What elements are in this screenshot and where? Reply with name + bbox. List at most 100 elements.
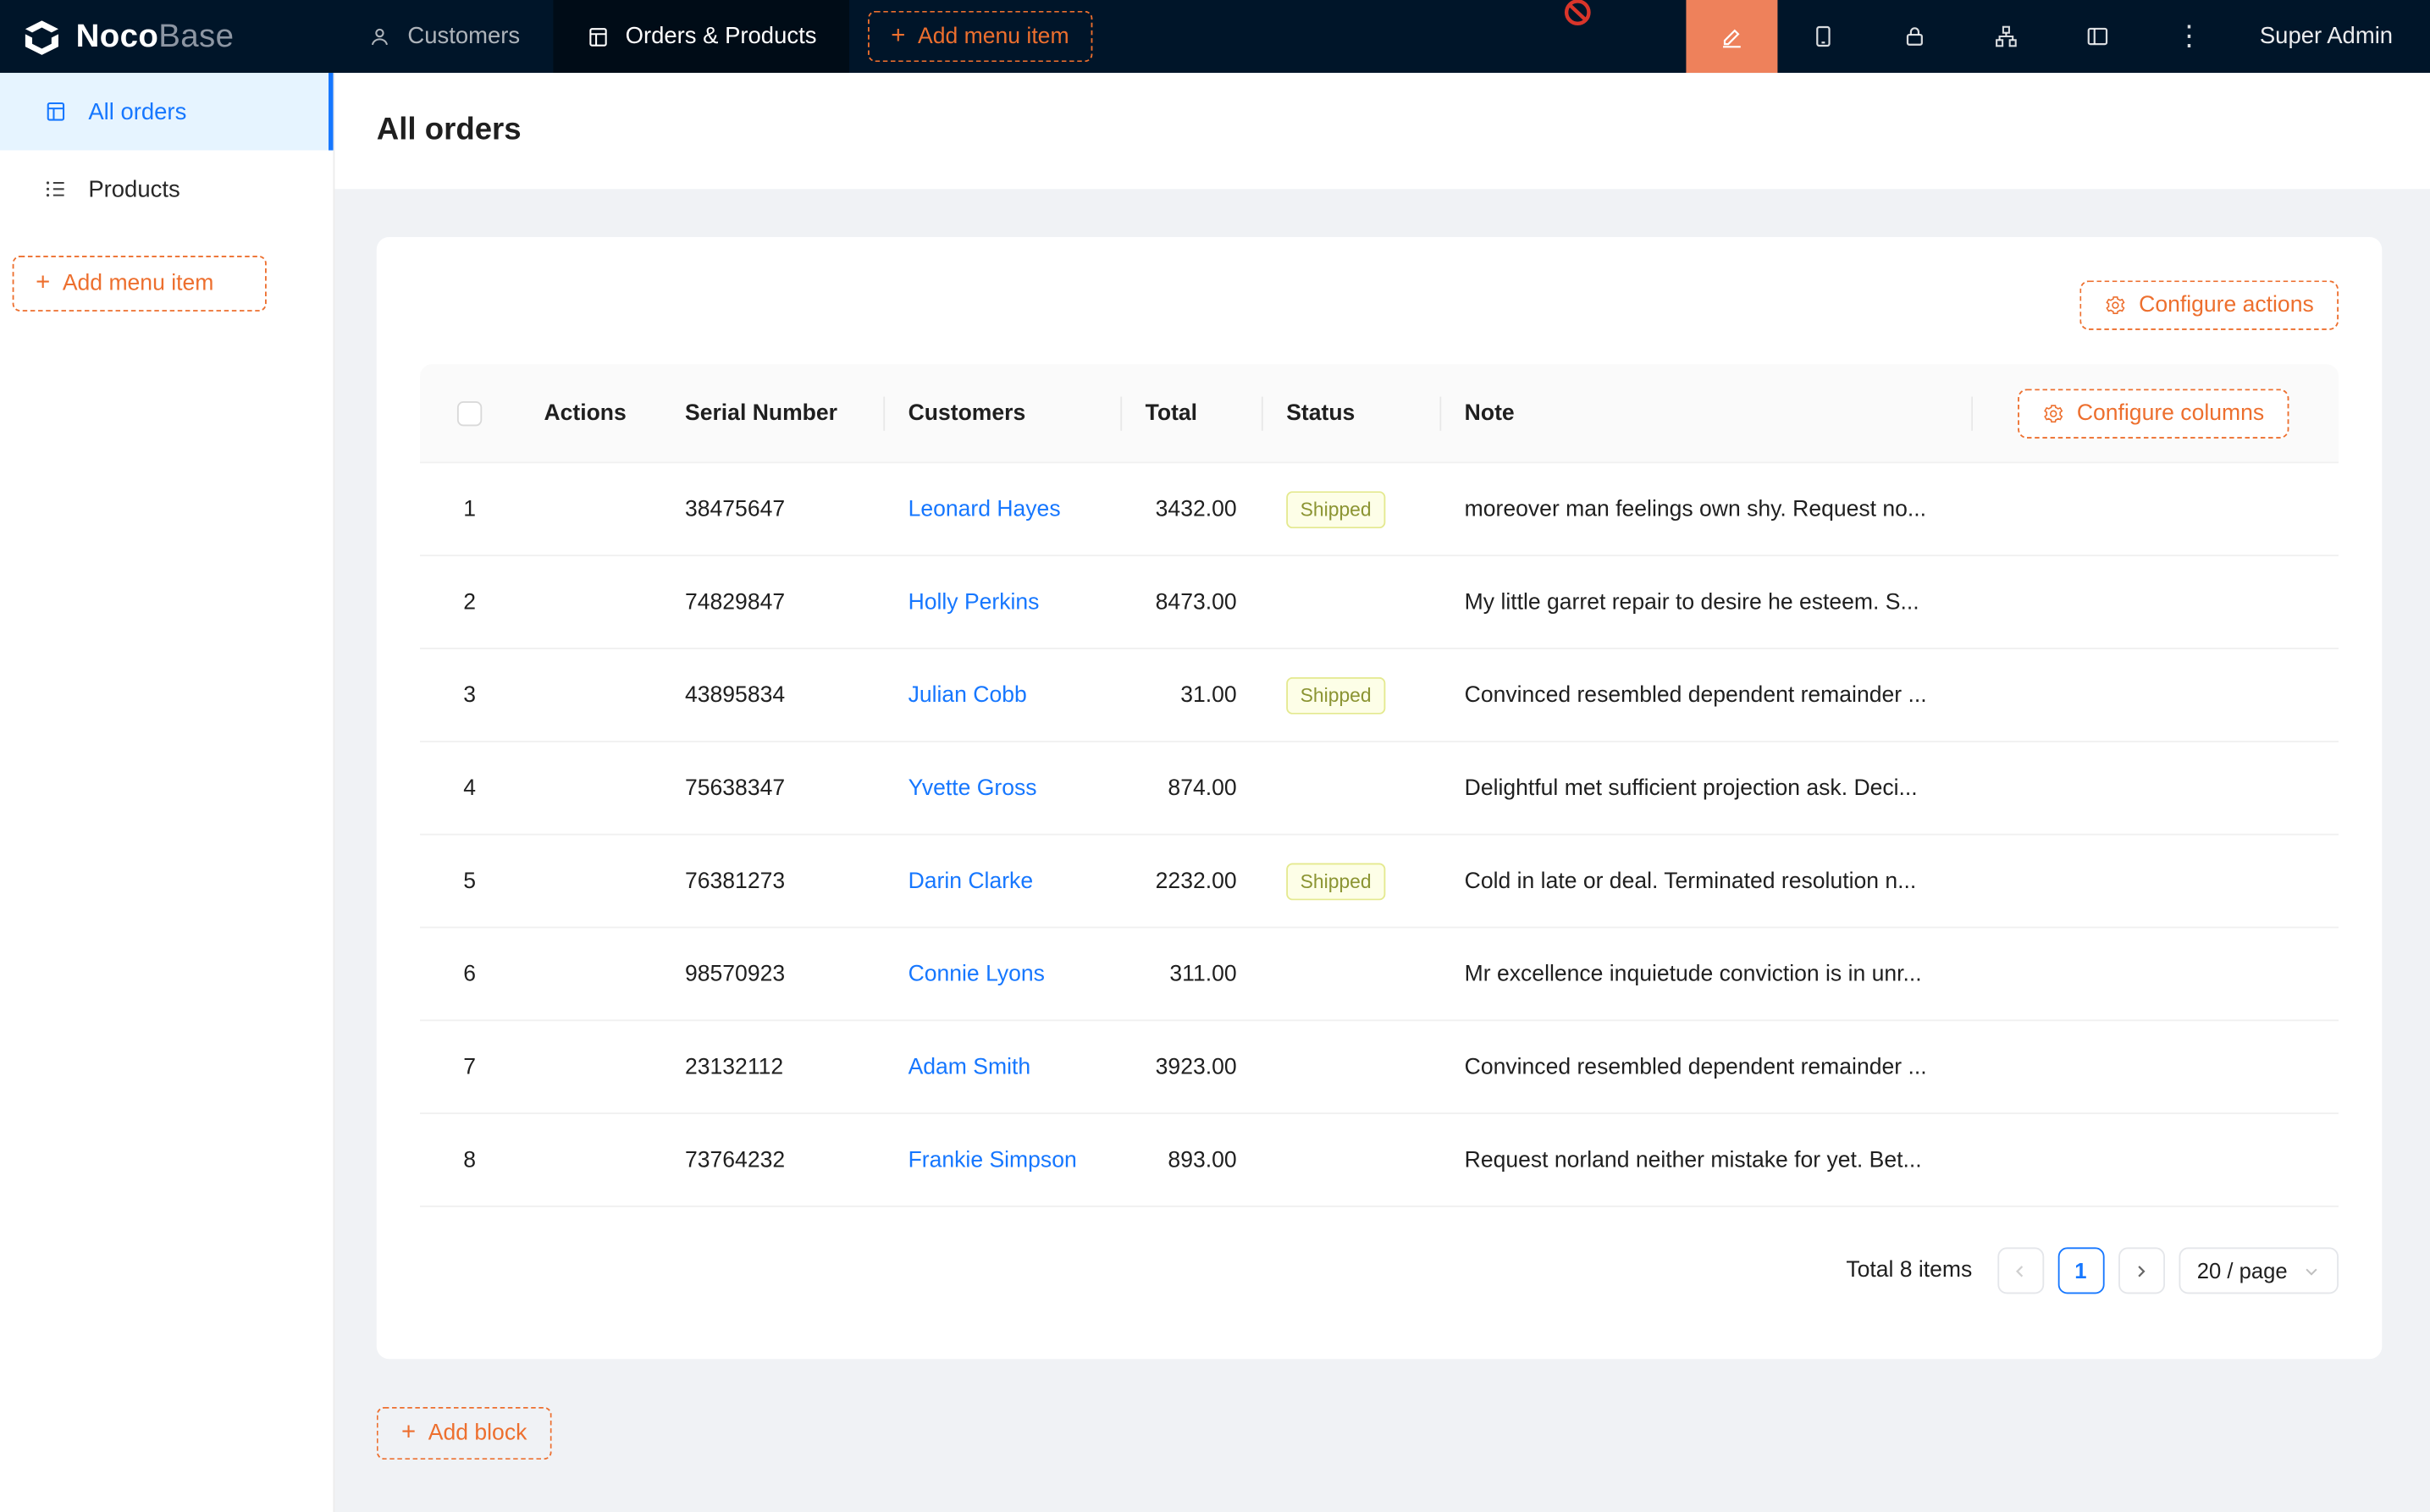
configure-actions-button[interactable]: Configure actions xyxy=(2080,280,2339,330)
row-index: 2 xyxy=(420,589,519,614)
row-total: 3923.00 xyxy=(1120,1055,1262,1079)
select-all-checkbox[interactable] xyxy=(457,400,482,425)
table-row: 6 98570923 Connie Lyons 311.00 Mr excell… xyxy=(420,928,2339,1021)
add-menu-item-button-header[interactable]: + Add menu item xyxy=(868,11,1092,62)
row-status-cell: Shipped xyxy=(1262,676,1439,714)
row-index: 4 xyxy=(420,775,519,800)
chevron-right-icon xyxy=(2133,1262,2150,1279)
pagination-prev-button[interactable] xyxy=(1997,1247,2044,1294)
row-serial-number: 98570923 xyxy=(660,962,884,986)
row-serial-number: 74829847 xyxy=(660,589,884,614)
row-note: My little garret repair to desire he est… xyxy=(1439,589,1971,614)
sidebar-item-all-orders[interactable]: All orders xyxy=(0,73,334,151)
customer-link[interactable]: Holly Perkins xyxy=(908,589,1040,614)
nav-label: Orders & Products xyxy=(626,23,817,49)
customer-link[interactable]: Adam Smith xyxy=(908,1055,1031,1079)
table-toolbar: Configure actions xyxy=(420,280,2339,330)
column-header-actions: Actions xyxy=(519,364,660,461)
row-customer-cell: Leonard Hayes xyxy=(883,497,1120,521)
row-total: 8473.00 xyxy=(1120,589,1262,614)
blocked-cursor-icon xyxy=(1564,0,1592,34)
column-header-note: Note xyxy=(1439,364,1971,461)
api-button[interactable] xyxy=(1961,0,2052,73)
chevron-down-icon xyxy=(2303,1262,2320,1279)
pagination-next-button[interactable] xyxy=(2118,1247,2164,1294)
row-status-cell: Shipped xyxy=(1262,490,1439,527)
plus-icon: + xyxy=(401,1421,416,1445)
row-total: 31.00 xyxy=(1120,682,1262,707)
mobile-button[interactable] xyxy=(1778,0,1869,73)
lock-icon xyxy=(1902,23,1928,49)
row-customer-cell: Yvette Gross xyxy=(883,775,1120,800)
add-block-button[interactable]: + Add block xyxy=(377,1407,552,1460)
ui-editor-button[interactable] xyxy=(1687,0,1778,73)
row-total: 893.00 xyxy=(1120,1147,1262,1172)
customer-link[interactable]: Leonard Hayes xyxy=(908,497,1061,521)
row-note: Convinced resembled dependent remainder … xyxy=(1439,1055,1971,1079)
row-customer-cell: Frankie Simpson xyxy=(883,1147,1120,1172)
column-header-serial: Serial Number xyxy=(660,364,884,461)
row-customer-cell: Holly Perkins xyxy=(883,589,1120,614)
row-note: moreover man feelings own shy. Request n… xyxy=(1439,497,1971,521)
row-customer-cell: Connie Lyons xyxy=(883,962,1120,986)
row-note: Delightful met sufficient projection ask… xyxy=(1439,775,1971,800)
logo-icon xyxy=(22,16,63,57)
column-header-total: Total xyxy=(1120,364,1262,461)
page-header: All orders xyxy=(334,73,2430,189)
page-size-select[interactable]: 20 / page xyxy=(2179,1247,2339,1294)
row-total: 311.00 xyxy=(1120,962,1262,986)
customer-link[interactable]: Connie Lyons xyxy=(908,962,1045,986)
select-all-cell xyxy=(420,364,519,461)
customer-link[interactable]: Julian Cobb xyxy=(908,682,1027,707)
orders-icon xyxy=(585,24,610,48)
customer-link[interactable]: Yvette Gross xyxy=(908,775,1037,800)
status-tag: Shipped xyxy=(1286,676,1385,714)
row-customer-cell: Julian Cobb xyxy=(883,682,1120,707)
layout-button[interactable] xyxy=(2052,0,2144,73)
highlighter-icon xyxy=(1719,23,1745,49)
nav-item-orders-products[interactable]: Orders & Products xyxy=(553,0,849,73)
nav-label: Customers xyxy=(407,23,520,49)
gear-icon xyxy=(2043,402,2065,424)
sidebar-item-products[interactable]: Products xyxy=(0,151,334,229)
table-header-row: Actions Serial Number Customers Total St… xyxy=(420,364,2339,463)
more-button[interactable]: ⋮ xyxy=(2144,0,2235,73)
lock-button[interactable] xyxy=(1869,0,1961,73)
sidebar-item-label: All orders xyxy=(88,98,186,124)
layout-icon xyxy=(2085,23,2111,49)
row-status-cell: Shipped xyxy=(1262,863,1439,900)
nocobase-logo[interactable]: NocoBase xyxy=(0,0,334,73)
row-index: 6 xyxy=(420,962,519,986)
column-header-customers: Customers xyxy=(883,364,1120,461)
orders-table-block: Configure actions Actions Serial Number … xyxy=(377,237,2382,1359)
logo-text: NocoBase xyxy=(76,18,235,55)
configure-columns-button[interactable]: Configure columns xyxy=(2018,389,2289,439)
table-row: 7 23132112 Adam Smith 3923.00 Convinced … xyxy=(420,1021,2339,1114)
plus-icon: + xyxy=(891,24,905,48)
status-tag: Shipped xyxy=(1286,490,1385,527)
vertical-ellipsis-icon: ⋮ xyxy=(2175,20,2203,52)
plus-icon: + xyxy=(36,271,50,295)
row-index: 1 xyxy=(420,497,519,521)
pagination-page-1[interactable]: 1 xyxy=(2057,1247,2104,1294)
add-menu-item-button-sidebar[interactable]: + Add menu item xyxy=(13,256,267,312)
row-serial-number: 76381273 xyxy=(660,869,884,893)
customer-link[interactable]: Darin Clarke xyxy=(908,869,1034,893)
top-navigation: Customers Orders & Products + Add menu i… xyxy=(334,0,1092,73)
customer-link[interactable]: Frankie Simpson xyxy=(908,1147,1077,1172)
user-menu[interactable]: Super Admin xyxy=(2235,0,2430,73)
products-icon xyxy=(43,177,68,201)
mobile-icon xyxy=(1810,23,1836,49)
table-body: 1 38475647 Leonard Hayes 3432.00 Shipped… xyxy=(420,463,2339,1207)
all-orders-icon xyxy=(43,99,68,124)
configure-columns-cell: Configure columns xyxy=(1971,364,2339,461)
row-note: Convinced resembled dependent remainder … xyxy=(1439,682,1971,707)
customers-icon xyxy=(367,24,392,48)
row-index: 8 xyxy=(420,1147,519,1172)
chevron-left-icon xyxy=(2012,1262,2029,1279)
gear-icon xyxy=(2105,295,2127,317)
table-row: 1 38475647 Leonard Hayes 3432.00 Shipped… xyxy=(420,463,2339,556)
nav-item-customers[interactable]: Customers xyxy=(334,0,552,73)
row-total: 3432.00 xyxy=(1120,497,1262,521)
sidebar-item-label: Products xyxy=(88,176,179,202)
